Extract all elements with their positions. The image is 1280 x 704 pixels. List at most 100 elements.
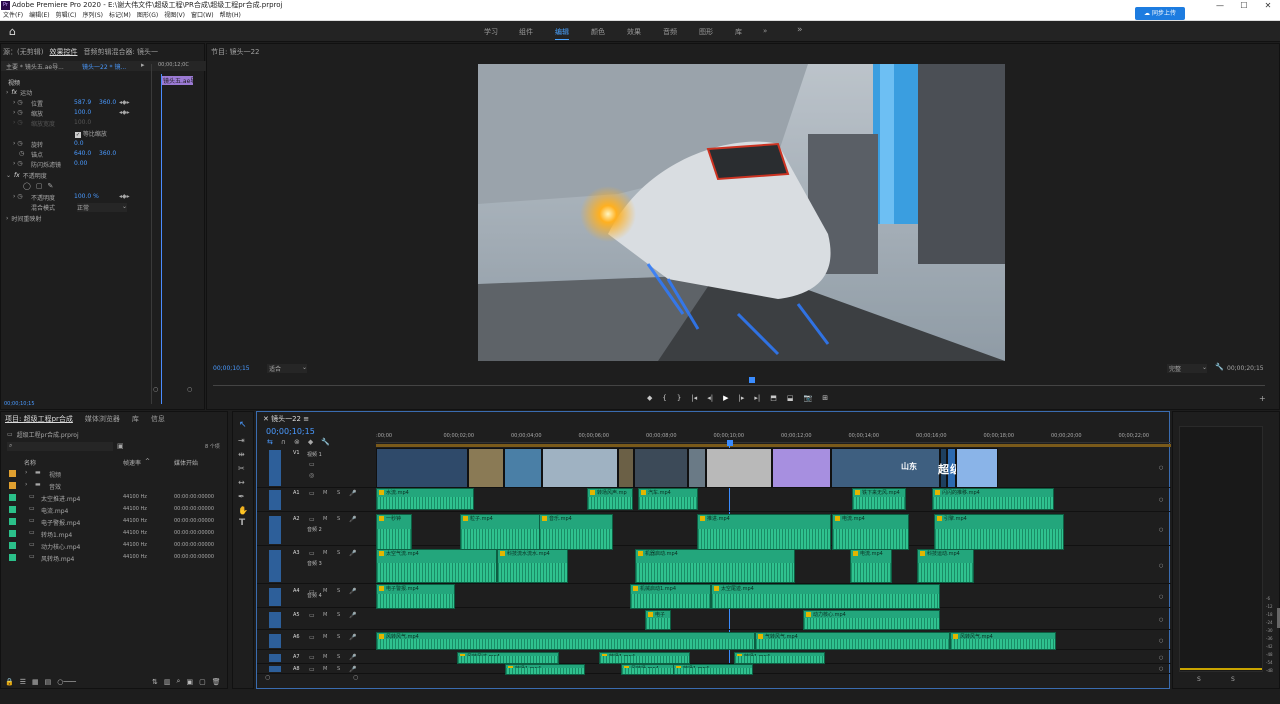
zoom-slider[interactable]: ○───: [57, 678, 76, 686]
voice-over-mic-icon[interactable]: 🎤: [349, 588, 356, 595]
project-item[interactable]: ▭ 转场1.mp4 44100 Hz 00:00:00:00000: [7, 528, 223, 540]
project-search-input[interactable]: ⌕: [7, 442, 113, 451]
track-target-a5[interactable]: [269, 612, 281, 628]
solo-button[interactable]: S: [337, 612, 340, 618]
audio-clip[interactable]: 风转风气.mp4: [376, 632, 755, 650]
close-icon[interactable]: ✕: [1256, 0, 1280, 11]
solo-button[interactable]: S: [337, 588, 340, 594]
audio-clip[interactable]: 电流.mp4: [832, 514, 909, 550]
program-timecode-left[interactable]: 00;00;10;15: [213, 365, 250, 372]
hand-tool-icon[interactable]: ✋: [238, 506, 248, 515]
project-item[interactable]: › ▬ 视频: [7, 468, 223, 480]
audio-clip[interactable]: 转场风声.mp: [587, 488, 633, 510]
prop-blend-mode[interactable]: 混合模式 正常 ⌄: [13, 203, 143, 213]
sync-lock-icon[interactable]: ▭: [309, 666, 315, 673]
track-id[interactable]: A3: [293, 550, 300, 556]
audio-clip[interactable]: 转场1.mp4: [673, 664, 753, 675]
expand-chevron-icon[interactable]: ›: [6, 89, 8, 96]
tab-audio-mixer[interactable]: 音频剪辑混合器: 镜头一: [83, 47, 158, 57]
menu-help[interactable]: 帮助(H): [220, 11, 241, 21]
find-icon[interactable]: ⌕: [177, 677, 181, 686]
col-name[interactable]: 名称: [24, 458, 36, 467]
minimize-icon[interactable]: —: [1208, 0, 1232, 11]
workspace-audio[interactable]: 音频: [663, 27, 677, 37]
track-scroll-handle-icon[interactable]: ○: [1159, 497, 1163, 503]
sync-lock-icon[interactable]: ▭: [309, 490, 315, 497]
keyframe-nav-icon[interactable]: ◂◆▸: [119, 193, 130, 200]
freeform-view-icon[interactable]: ▤: [45, 678, 52, 686]
menu-file[interactable]: 文件(F): [3, 11, 23, 21]
play-only-icon[interactable]: ▸: [141, 61, 145, 69]
prop-rotation[interactable]: › ◷ 旋转 0.0: [13, 140, 143, 150]
project-item[interactable]: ▭ 风转场.mp4 44100 Hz 00:00:00:00000: [7, 552, 223, 564]
audio-clip[interactable]: 铁下来无风.mp4: [852, 488, 906, 510]
lock-track-icon[interactable]: ▭: [309, 461, 315, 468]
export-frame-icon[interactable]: 📷: [803, 394, 812, 402]
audio-clip[interactable]: 风转风过.mp4: [457, 652, 559, 664]
project-item[interactable]: › ▬ 音效: [7, 480, 223, 492]
wrench-icon[interactable]: 🔧: [1215, 363, 1224, 371]
track-id[interactable]: A6: [293, 634, 300, 640]
timeline-playhead-handle[interactable]: [727, 440, 733, 446]
icon-view-icon[interactable]: ▦: [32, 678, 39, 686]
track-id[interactable]: A7: [293, 654, 300, 660]
audio-clip[interactable]: 电流.mp4: [850, 549, 892, 583]
sync-lock-icon[interactable]: ▭: [309, 516, 315, 523]
col-media-start[interactable]: 媒体开始: [174, 458, 198, 467]
track-target-a4[interactable]: [269, 588, 281, 606]
stopwatch-icon[interactable]: › ◷: [13, 193, 23, 200]
video-clip[interactable]: [504, 448, 542, 488]
video-clip[interactable]: [706, 448, 772, 488]
video-clip[interactable]: [831, 448, 940, 488]
sync-lock-icon[interactable]: ▭: [309, 550, 315, 557]
delete-icon[interactable]: 🗑: [212, 678, 221, 686]
solo-button[interactable]: S: [337, 490, 340, 496]
automate-icon[interactable]: ▥: [164, 678, 171, 686]
audio-clip[interactable]: 引擎.mp4: [934, 514, 1064, 550]
mute-button[interactable]: M: [323, 654, 327, 660]
step-back-icon[interactable]: ◂|: [707, 394, 713, 402]
scroll-handle-right-icon[interactable]: ○: [353, 674, 358, 681]
audio-clip[interactable]: 推进.mp4: [697, 514, 831, 550]
blend-mode-select[interactable]: 正常 ⌄: [77, 203, 127, 212]
workspace-color[interactable]: 颜色: [591, 27, 605, 37]
type-tool-icon[interactable]: T: [239, 518, 245, 528]
mark-in-icon[interactable]: {: [662, 394, 666, 402]
new-bin-icon[interactable]: ▣: [117, 442, 124, 450]
video-clip[interactable]: [688, 448, 706, 488]
mute-button[interactable]: M: [323, 490, 327, 496]
track-target-a2[interactable]: [269, 516, 281, 544]
menu-window[interactable]: 窗口(W): [191, 11, 214, 21]
razor-tool-icon[interactable]: ✂: [238, 464, 245, 473]
toggle-visibility-icon[interactable]: ◎: [309, 472, 314, 479]
menu-marker[interactable]: 标记(M): [109, 11, 131, 21]
ripple-edit-tool-icon[interactable]: ⇹: [238, 450, 245, 459]
track-scroll-handle-icon[interactable]: ○: [1159, 465, 1163, 471]
opacity-row[interactable]: ⌄ fx 不透明度: [6, 171, 47, 180]
audio-clip[interactable]: 风转风气.mp4: [950, 632, 1056, 650]
workspace-menu-icon[interactable]: »: [763, 27, 767, 35]
more-workspaces-icon[interactable]: »: [797, 25, 803, 35]
ec-scroll[interactable]: ○ ○: [153, 384, 193, 396]
track-id[interactable]: A1: [293, 490, 300, 496]
sync-lock-icon[interactable]: ▭: [309, 634, 315, 641]
tab-media-browser[interactable]: 媒体浏览器: [85, 414, 120, 424]
sync-upload-button[interactable]: ☁ 同步上传: [1135, 7, 1185, 20]
track-target-a3[interactable]: [269, 550, 281, 582]
meter-solo-right[interactable]: S: [1231, 676, 1235, 683]
sort-icon[interactable]: ^: [145, 458, 150, 465]
mark-out-icon[interactable]: }: [677, 394, 681, 402]
track-scroll-handle-icon[interactable]: ○: [1159, 527, 1163, 533]
maximize-icon[interactable]: ☐: [1232, 0, 1256, 11]
motion-row[interactable]: › fx 运动: [6, 88, 151, 97]
voice-over-mic-icon[interactable]: 🎤: [349, 666, 356, 673]
label-color-swatch[interactable]: [9, 482, 16, 489]
keyframe-nav-icon[interactable]: ◂◆▸: [119, 99, 130, 106]
tab-effect-controls[interactable]: 效果控件: [49, 47, 77, 57]
video-clip[interactable]: [634, 448, 688, 488]
video-clip[interactable]: [376, 448, 468, 488]
lift-icon[interactable]: ⬒: [770, 394, 777, 402]
fit-select[interactable]: 适合 ⌄: [267, 364, 307, 373]
project-item[interactable]: ▭ 电子警报.mp4 44100 Hz 00:00:00:00000: [7, 516, 223, 528]
label-color-swatch[interactable]: [9, 542, 16, 549]
